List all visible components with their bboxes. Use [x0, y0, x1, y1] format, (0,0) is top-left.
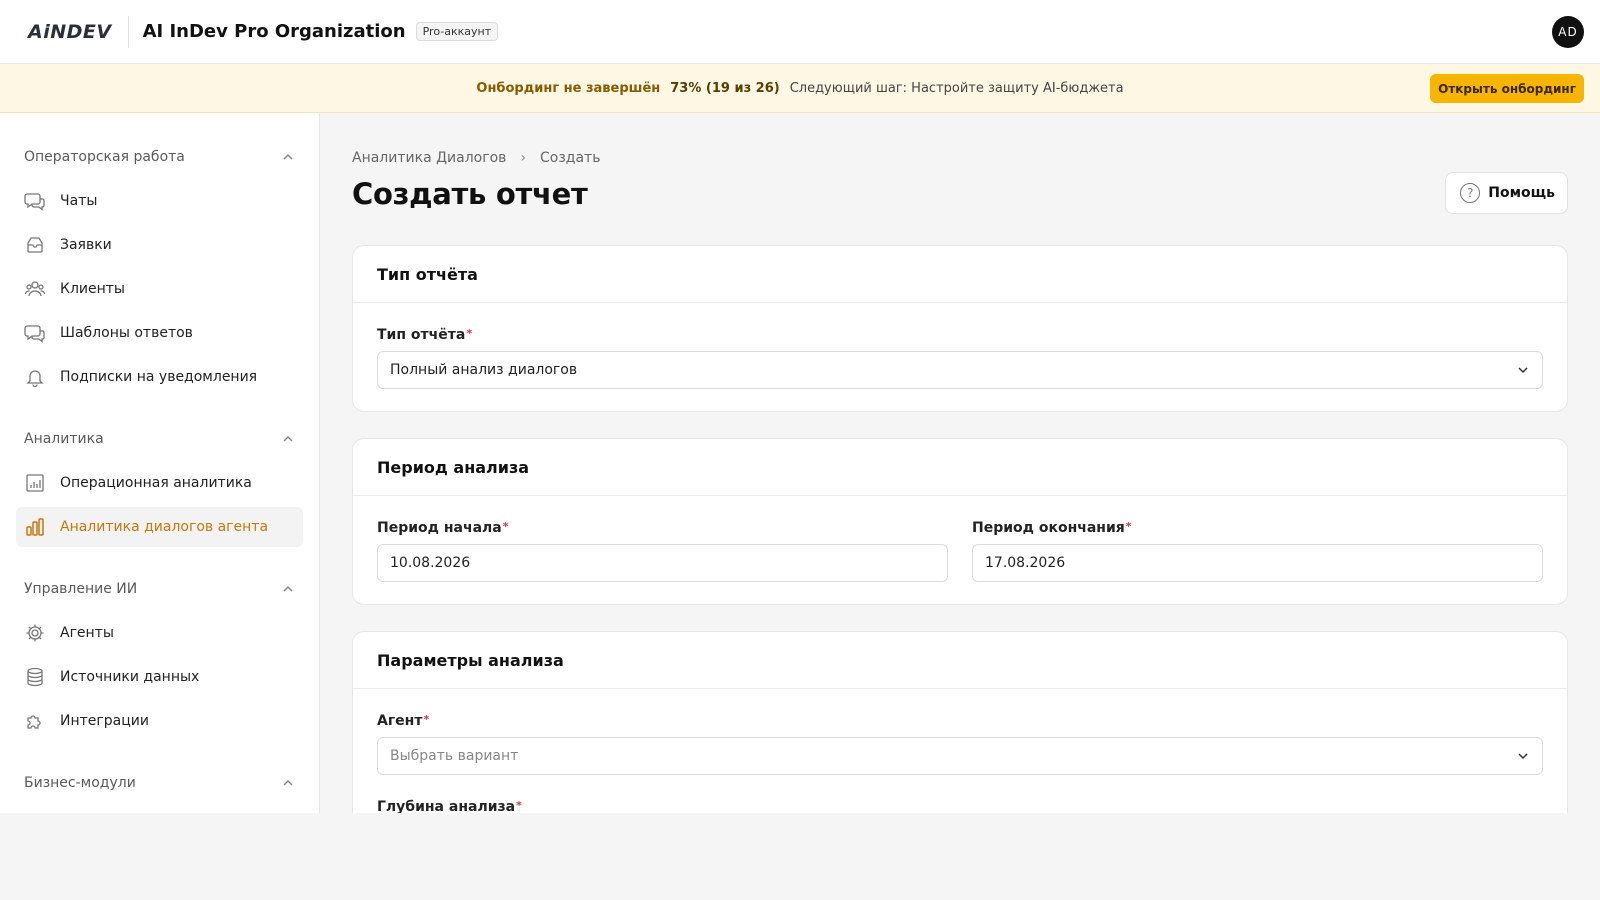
- card-title: Параметры анализа: [353, 632, 1567, 689]
- group-title: Операторская работа: [24, 149, 185, 165]
- sidebar-item-chats[interactable]: Чаты: [16, 181, 303, 221]
- required-mark: *: [1125, 520, 1132, 533]
- chevron-down-icon: [1518, 753, 1528, 760]
- gear-icon: [24, 622, 46, 644]
- chevron-up-icon: [283, 585, 293, 592]
- main-content: Аналитика Диалогов › Создать Создать отч…: [321, 113, 1600, 813]
- sidebar-item-operational-analytics[interactable]: Операционная аналитика: [16, 463, 303, 503]
- chevron-up-icon: [283, 779, 293, 786]
- org-title: AI InDev Pro Organization: [142, 21, 406, 42]
- sidebar-item-data-sources[interactable]: Источники данных: [16, 657, 303, 697]
- logo[interactable]: AiNDEV: [28, 15, 129, 48]
- bar-chart-icon: [24, 472, 46, 494]
- open-onboarding-button[interactable]: Открыть онбординг: [1430, 74, 1584, 103]
- field-label-agent: Агент*: [377, 713, 430, 729]
- sidebar-item-notifications[interactable]: Подписки на уведомления: [16, 357, 303, 397]
- sidebar-item-label: Агенты: [60, 625, 114, 641]
- agent-select[interactable]: Выбрать вариант: [377, 737, 1543, 775]
- field-label-start: Период начала*: [377, 520, 509, 536]
- help-icon: ?: [1460, 183, 1481, 203]
- sidebar-item-clients[interactable]: Клиенты: [16, 269, 303, 309]
- logo-text: AiNDEV: [28, 20, 112, 43]
- chat-icon: [24, 190, 46, 212]
- puzzle-icon: [24, 710, 46, 732]
- chevron-right-icon: ›: [520, 150, 527, 166]
- onboarding-status: Онбординг не завершён: [476, 80, 661, 96]
- account-badge: Pro-аккаунт: [415, 22, 499, 41]
- bell-icon: [24, 366, 46, 388]
- avatar[interactable]: AD: [1552, 15, 1584, 48]
- sidebar-item-templates[interactable]: Шаблоны ответов: [16, 313, 303, 353]
- sidebar-item-label: Чаты: [60, 193, 98, 209]
- select-value: Полный анализ диалогов: [390, 362, 578, 378]
- chat-template-icon: [24, 322, 46, 344]
- sidebar-item-agent-dialog-analytics[interactable]: Аналитика диалогов агента: [16, 507, 303, 547]
- nav-group-business-modules: Бизнес-модули: [16, 763, 303, 803]
- breadcrumb-create: Создать: [540, 150, 601, 166]
- field-label-end: Период окончания*: [972, 520, 1132, 536]
- nav-group-analytics: Аналитика Операционная аналитика Аналити…: [16, 419, 303, 547]
- select-placeholder: Выбрать вариант: [390, 748, 519, 764]
- period-start-input[interactable]: 10.08.2026: [377, 544, 948, 582]
- top-bar: AiNDEV AI InDev Pro Organization Pro-акк…: [0, 0, 1600, 64]
- sidebar-item-agents[interactable]: Агенты: [16, 613, 303, 653]
- inbox-icon: [24, 234, 46, 256]
- required-mark: *: [423, 713, 430, 726]
- required-mark: *: [466, 327, 473, 340]
- sidebar-item-label: Интеграции: [60, 713, 149, 729]
- period-end-input[interactable]: 17.08.2026: [972, 544, 1543, 582]
- page-title: Создать отчет: [352, 177, 588, 211]
- analysis-params-card: Параметры анализа Агент* Выбрать вариант…: [352, 631, 1568, 813]
- help-label: Помощь: [1488, 185, 1555, 201]
- sidebar-item-integrations[interactable]: Интеграции: [16, 701, 303, 741]
- chevron-up-icon: [283, 153, 293, 160]
- sidebar-item-label: Операционная аналитика: [60, 475, 252, 491]
- sidebar: Операторская работа Чаты Заявки Клиенты …: [0, 113, 320, 813]
- onboarding-next-step: Следующий шаг: Настройте защиту AI-бюдже…: [789, 80, 1124, 96]
- field-label-report-type: Тип отчёта*: [377, 327, 473, 343]
- group-header-operator[interactable]: Операторская работа: [16, 137, 303, 177]
- nav-group-ai-management: Управление ИИ Агенты Источники данных Ин…: [16, 569, 303, 741]
- required-mark: *: [502, 520, 509, 533]
- chevron-down-icon: [1518, 367, 1528, 374]
- analysis-period-card: Период анализа Период начала* 10.08.2026…: [352, 438, 1568, 605]
- help-button[interactable]: ? Помощь: [1445, 172, 1568, 214]
- group-header-ai-management[interactable]: Управление ИИ: [16, 569, 303, 609]
- sidebar-item-label: Аналитика диалогов агента: [60, 519, 269, 535]
- group-header-analytics[interactable]: Аналитика: [16, 419, 303, 459]
- sidebar-item-label: Подписки на уведомления: [60, 369, 258, 385]
- sidebar-item-label: Клиенты: [60, 281, 125, 297]
- nav-group-operator: Операторская работа Чаты Заявки Клиенты …: [16, 137, 303, 397]
- group-title: Бизнес-модули: [24, 775, 136, 791]
- sidebar-item-requests[interactable]: Заявки: [16, 225, 303, 265]
- card-title: Тип отчёта: [353, 246, 1567, 303]
- group-header-business-modules[interactable]: Бизнес-модули: [16, 763, 303, 803]
- onboarding-progress: 73% (19 из 26): [670, 80, 780, 96]
- breadcrumb-dialog-analytics[interactable]: Аналитика Диалогов: [352, 150, 506, 166]
- field-label-depth: Глубина анализа*: [377, 799, 522, 813]
- required-mark: *: [516, 799, 522, 812]
- group-title: Аналитика: [24, 431, 104, 447]
- group-title: Управление ИИ: [24, 581, 138, 597]
- report-type-select[interactable]: Полный анализ диалогов: [377, 351, 1543, 389]
- breadcrumb: Аналитика Диалогов › Создать: [352, 150, 600, 166]
- chevron-up-icon: [283, 435, 293, 442]
- card-title: Период анализа: [353, 439, 1567, 496]
- database-icon: [24, 666, 46, 688]
- bar-chart-active-icon: [24, 516, 46, 538]
- sidebar-item-label: Шаблоны ответов: [60, 325, 193, 341]
- onboarding-banner: Онбординг не завершён 73% (19 из 26) Сле…: [0, 64, 1600, 113]
- report-type-card: Тип отчёта Тип отчёта* Полный анализ диа…: [352, 245, 1568, 412]
- sidebar-item-label: Заявки: [60, 237, 112, 253]
- users-icon: [24, 278, 46, 300]
- sidebar-item-label: Источники данных: [60, 669, 200, 685]
